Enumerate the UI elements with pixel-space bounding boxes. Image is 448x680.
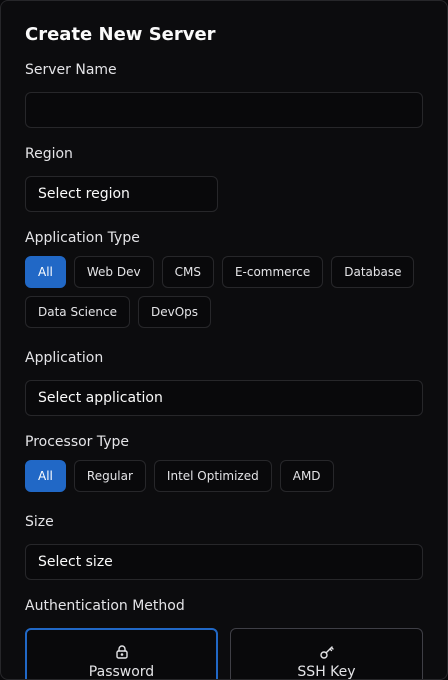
- auth-option-password-label: Password: [88, 664, 155, 680]
- app-type-chip-web-dev[interactable]: Web Dev: [73, 256, 154, 288]
- processor-type-chips: All Regular Intel Optimized AMD: [25, 460, 423, 492]
- page-title: Create New Server: [25, 24, 216, 45]
- application-type-chips: All Web Dev CMS E-commerce Database Data…: [25, 256, 423, 328]
- processor-chip-all[interactable]: All: [25, 460, 66, 492]
- key-icon: [319, 644, 335, 660]
- app-type-chip-e-commerce[interactable]: E-commerce: [221, 256, 324, 288]
- lock-icon: [114, 644, 130, 660]
- size-select-value: Select size: [38, 554, 113, 570]
- application-select-value: Select application: [38, 390, 163, 406]
- application-type-label: Application Type: [25, 230, 140, 246]
- auth-option-password[interactable]: Password: [25, 628, 218, 680]
- create-server-panel: Create New Server Server Name Region Sel…: [0, 0, 448, 680]
- server-name-input[interactable]: [25, 92, 423, 128]
- application-select[interactable]: Select application: [25, 380, 423, 416]
- app-type-chip-devops[interactable]: DevOps: [137, 296, 212, 328]
- size-select[interactable]: Select size: [25, 544, 423, 580]
- auth-option-ssh-key-label: SSH Key: [297, 664, 356, 680]
- app-type-chip-data-science[interactable]: Data Science: [25, 296, 130, 328]
- app-type-chip-cms[interactable]: CMS: [161, 256, 214, 288]
- app-type-chip-all[interactable]: All: [25, 256, 66, 288]
- auth-method-options: Password SSH Key: [25, 628, 423, 680]
- processor-chip-amd[interactable]: AMD: [279, 460, 334, 492]
- region-label: Region: [25, 146, 73, 162]
- application-label: Application: [25, 350, 104, 366]
- processor-type-label: Processor Type: [25, 434, 130, 450]
- auth-method-label: Authentication Method: [25, 598, 185, 614]
- processor-chip-intel-optimized[interactable]: Intel Optimized: [153, 460, 272, 492]
- processor-chip-regular[interactable]: Regular: [73, 460, 146, 492]
- size-label: Size: [25, 514, 54, 530]
- region-select[interactable]: Select region: [25, 176, 218, 212]
- region-select-value: Select region: [38, 186, 130, 202]
- auth-option-ssh-key[interactable]: SSH Key: [230, 628, 423, 680]
- server-name-label: Server Name: [25, 62, 117, 78]
- app-type-chip-database[interactable]: Database: [331, 256, 415, 288]
